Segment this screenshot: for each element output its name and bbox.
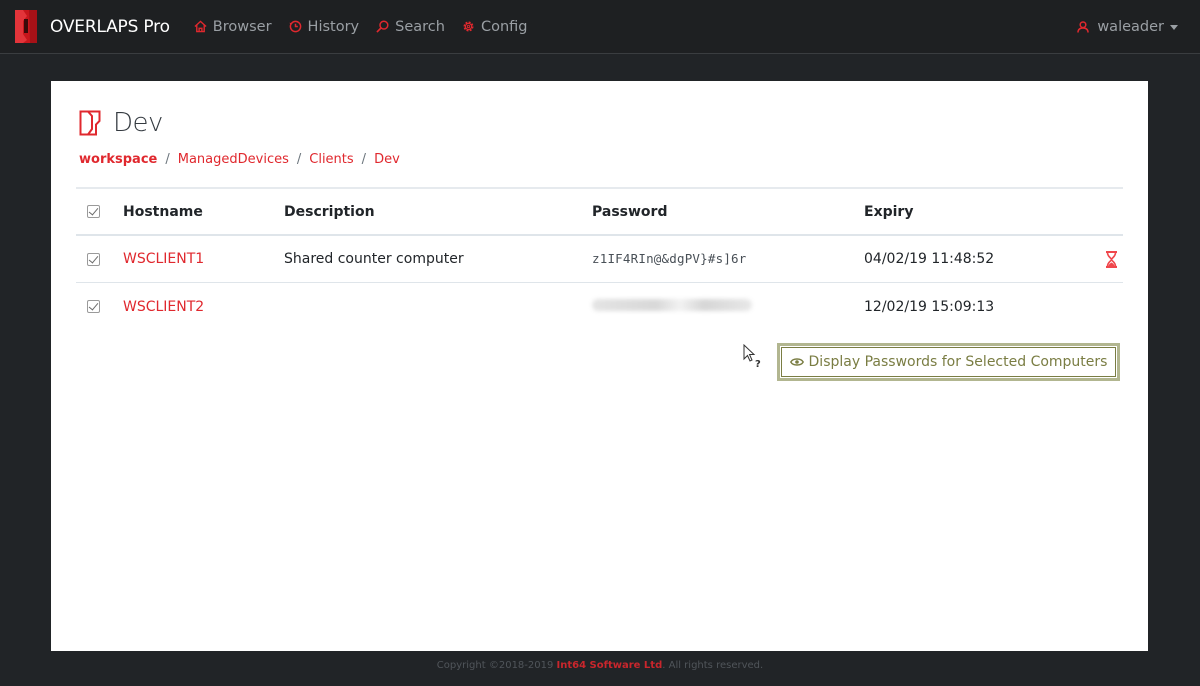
breadcrumb-workspace[interactable]: workspace (79, 152, 157, 167)
brand[interactable]: OVERLAPS Pro (15, 10, 170, 43)
expiry-cell: 04/02/19 11:48:52 (864, 251, 995, 267)
hostname-link[interactable]: WSCLIENT1 (123, 251, 204, 267)
nav-search-label: Search (395, 18, 445, 35)
navbar: OVERLAPS Pro Browser History Search Conf… (0, 0, 1200, 54)
nav-search[interactable]: Search (376, 19, 445, 35)
page-title: Dev (79, 108, 163, 138)
user-icon (1077, 21, 1090, 33)
column-expiry[interactable]: Expiry (864, 204, 1104, 220)
password-value[interactable]: z1IF4RIn@&dgPV}#s]6r (592, 251, 747, 266)
breadcrumb-clients[interactable]: Clients (309, 152, 353, 167)
page-title-text: Dev (113, 108, 163, 138)
breadcrumb: workspace / ManagedDevices / Clients / D… (79, 152, 400, 167)
main-card: Dev workspace / ManagedDevices / Clients… (51, 81, 1148, 651)
nav-history[interactable]: History (289, 18, 360, 35)
app-logo-icon (15, 10, 37, 43)
table-row: WSCLIENT1 Shared counter computer z1IF4R… (76, 236, 1123, 283)
nav-config-label: Config (480, 18, 528, 35)
svg-text:?: ? (755, 359, 761, 368)
nav-history-label: History (307, 18, 360, 35)
breadcrumb-dev[interactable]: Dev (374, 152, 400, 167)
column-password[interactable]: Password (592, 204, 864, 220)
mouse-cursor-help-icon: ? (743, 344, 761, 368)
hostname-link[interactable]: WSCLIENT2 (123, 299, 204, 315)
hourglass-expired-icon[interactable] (1105, 251, 1118, 268)
user-menu[interactable]: waleader (1077, 0, 1178, 54)
search-icon (376, 20, 389, 33)
nav-browser[interactable]: Browser (194, 19, 272, 35)
display-passwords-button[interactable]: Display Passwords for Selected Computers (777, 343, 1120, 381)
eye-icon (789, 358, 804, 366)
display-passwords-label: Display Passwords for Selected Computers (808, 354, 1108, 370)
gear-icon (463, 21, 474, 32)
footer-company-link[interactable]: Int64 Software Ltd (557, 660, 663, 671)
nav-config[interactable]: Config (462, 19, 528, 35)
footer-rights: . All rights reserved. (662, 660, 764, 671)
footer: Copyright ©2018-2019 Int64 Software Ltd.… (0, 660, 1200, 671)
app-name: OVERLAPS Pro (50, 16, 170, 37)
home-icon (194, 20, 207, 33)
row-checkbox[interactable] (87, 252, 100, 266)
breadcrumb-separator: / (165, 152, 170, 167)
table-header: Hostname Description Password Expiry (76, 189, 1123, 236)
column-description[interactable]: Description (284, 204, 592, 220)
expiry-cell: 12/02/19 15:09:13 (864, 298, 995, 315)
chevron-down-icon (1170, 24, 1178, 30)
row-checkbox[interactable] (87, 300, 100, 313)
breadcrumb-separator: / (296, 152, 302, 167)
user-name: waleader (1097, 19, 1164, 35)
column-hostname[interactable]: Hostname (123, 204, 284, 220)
footer-copyright: Copyright ©2018-2019 (436, 660, 557, 671)
breadcrumb-manageddevices[interactable]: ManagedDevices (178, 152, 289, 167)
password-hidden-blur[interactable] (592, 298, 752, 311)
main-nav: Browser History Search Config (194, 19, 545, 35)
ou-folder-icon (79, 110, 101, 136)
computers-table: Hostname Description Password Expiry WSC… (76, 187, 1123, 330)
table-row: WSCLIENT2 12/02/19 15:09:13 (76, 283, 1123, 330)
description-cell: Shared counter computer (284, 251, 464, 267)
select-all-checkbox[interactable] (87, 205, 100, 218)
breadcrumb-separator: / (361, 152, 367, 167)
history-icon (289, 20, 301, 33)
nav-browser-label: Browser (212, 18, 272, 35)
